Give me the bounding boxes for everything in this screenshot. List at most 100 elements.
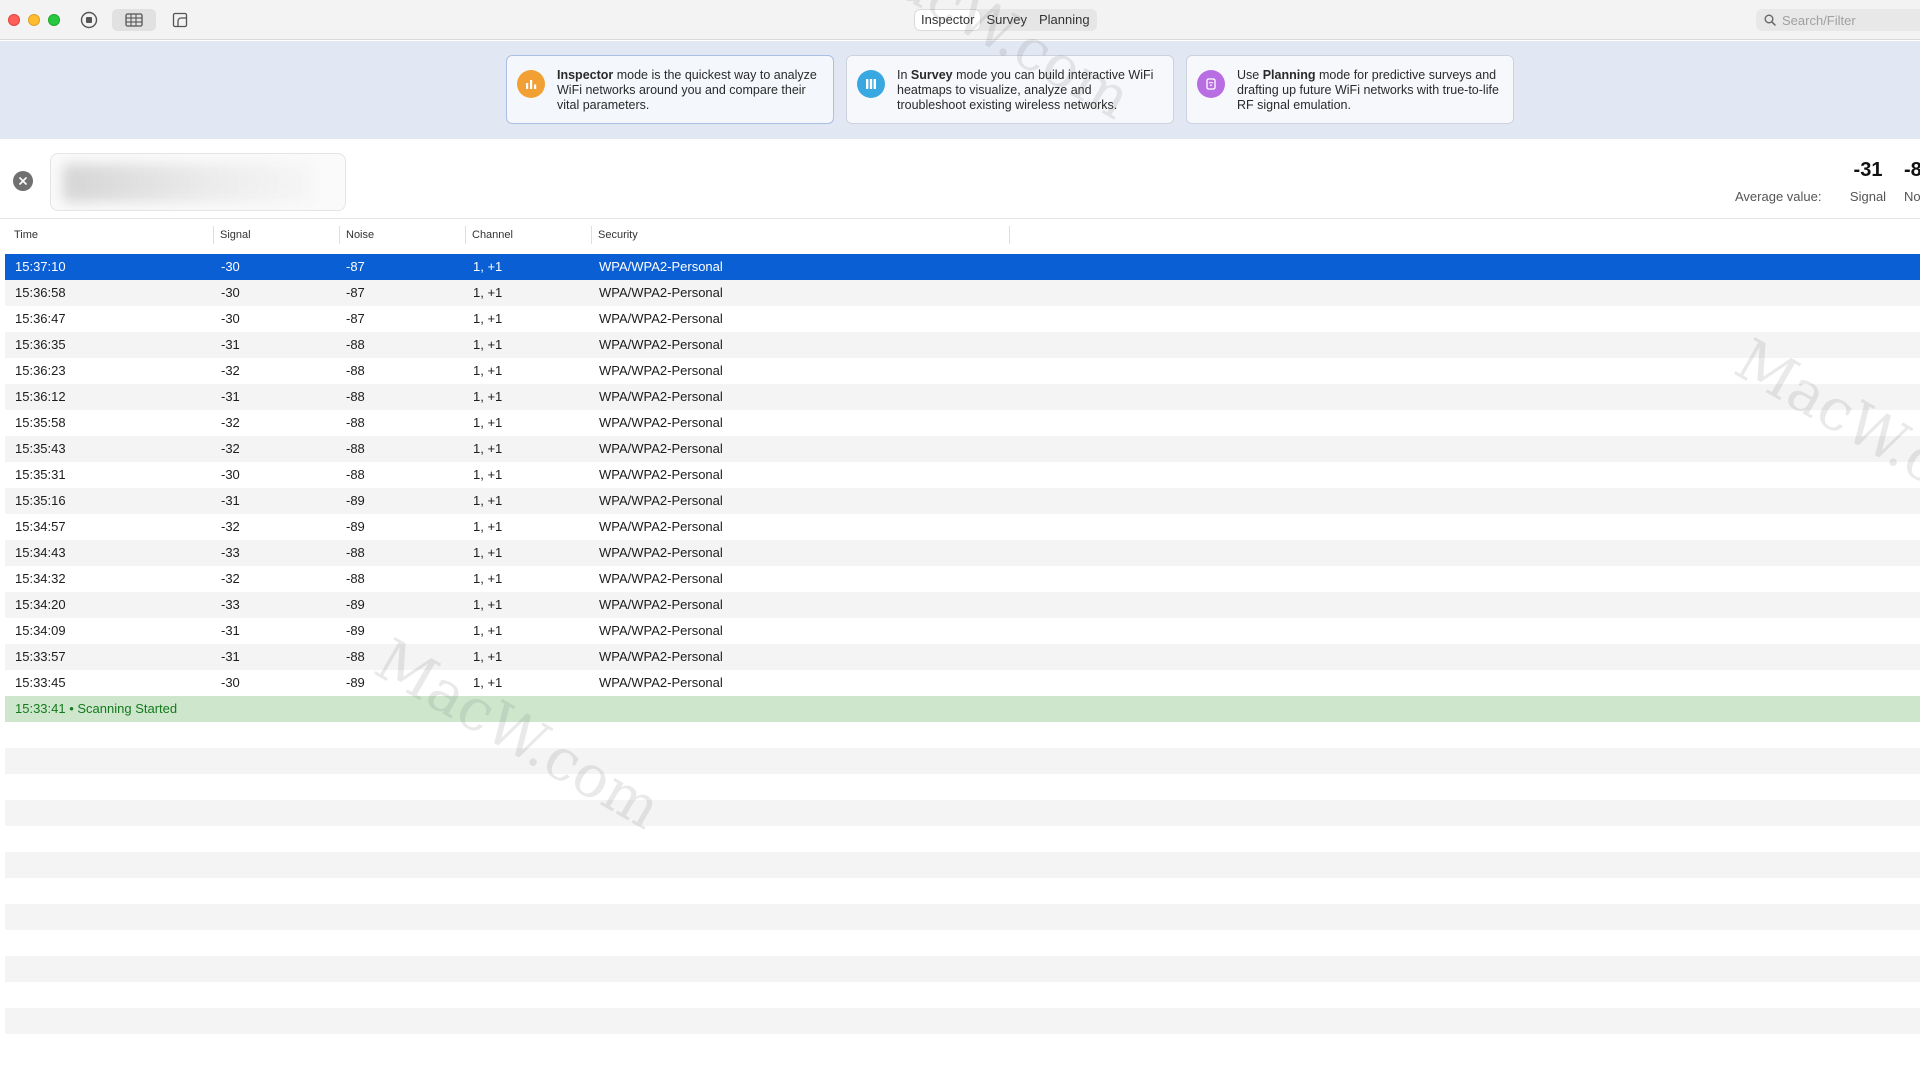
cell-noise: -88: [346, 441, 365, 456]
cell-noise: -89: [346, 623, 365, 638]
inspector-info-card[interactable]: Inspector mode is the quickest way to an…: [506, 55, 834, 124]
cell-channel: 1, +1: [473, 493, 503, 508]
survey-info-card[interactable]: In Survey mode you can build interactive…: [846, 55, 1174, 124]
floor-plan-button[interactable]: [168, 9, 192, 31]
cell-security: WPA/WPA2-Personal: [599, 441, 723, 456]
scan-event-row[interactable]: 15:33:41 • Scanning Started: [5, 696, 1920, 722]
table-view-button[interactable]: [112, 9, 156, 31]
table-row[interactable]: 15:34:32 -32 -88 1, +1 WPA/WPA2-Personal: [5, 566, 1920, 592]
table-row[interactable]: 15:37:10 -30 -87 1, +1 WPA/WPA2-Personal: [5, 254, 1920, 280]
empty-row: [5, 1008, 1920, 1034]
empty-row: [5, 774, 1920, 800]
mode-segmented-control: Inspector Survey Planning: [914, 9, 1097, 31]
average-noise-stat: -8 No: [1904, 157, 1920, 204]
cell-security: WPA/WPA2-Personal: [599, 493, 723, 508]
planning-info-text: Use Planning mode for predictive surveys…: [1237, 68, 1499, 112]
cell-time: 15:35:16: [15, 493, 66, 508]
cell-signal: -32: [221, 363, 240, 378]
search-field[interactable]: [1756, 9, 1920, 31]
cell-signal: -32: [221, 519, 240, 534]
cell-time: 15:35:43: [15, 441, 66, 456]
network-name-box[interactable]: [50, 153, 346, 211]
cell-time: 15:34:09: [15, 623, 66, 638]
cell-noise: -88: [346, 389, 365, 404]
cell-noise: -88: [346, 649, 365, 664]
cell-channel: 1, +1: [473, 285, 503, 300]
cell-channel: 1, +1: [473, 415, 503, 430]
tab-inspector[interactable]: Inspector: [915, 10, 981, 30]
column-header-time[interactable]: Time: [8, 220, 214, 250]
chart-bars-icon: [517, 70, 545, 98]
minimize-window-button[interactable]: [28, 14, 40, 26]
floor-plan-icon: [172, 12, 188, 28]
column-header-signal[interactable]: Signal: [214, 220, 340, 250]
table-row[interactable]: 15:36:12 -31 -88 1, +1 WPA/WPA2-Personal: [5, 384, 1920, 410]
cell-security: WPA/WPA2-Personal: [599, 415, 723, 430]
cell-channel: 1, +1: [473, 545, 503, 560]
cell-noise: -87: [346, 259, 365, 274]
table-row[interactable]: 15:36:47 -30 -87 1, +1 WPA/WPA2-Personal: [5, 306, 1920, 332]
empty-row: [5, 852, 1920, 878]
table-header: Time Signal Noise Channel Security: [0, 220, 1920, 250]
empty-row: [5, 878, 1920, 904]
cell-channel: 1, +1: [473, 259, 503, 274]
scan-results-table: 15:37:10 -30 -87 1, +1 WPA/WPA2-Personal 15:3…: [5, 254, 1920, 1034]
tab-planning[interactable]: Planning: [1033, 10, 1096, 30]
table-icon: [125, 13, 143, 27]
average-noise-label: No: [1904, 189, 1920, 204]
average-signal-label: Signal: [1849, 189, 1887, 204]
cell-channel: 1, +1: [473, 675, 503, 690]
zoom-window-button[interactable]: [48, 14, 60, 26]
table-row[interactable]: 15:34:43 -33 -88 1, +1 WPA/WPA2-Personal: [5, 540, 1920, 566]
table-row[interactable]: 15:35:31 -30 -88 1, +1 WPA/WPA2-Personal: [5, 462, 1920, 488]
cell-noise: -87: [346, 285, 365, 300]
table-row[interactable]: 15:34:09 -31 -89 1, +1 WPA/WPA2-Personal: [5, 618, 1920, 644]
cell-signal: -30: [221, 259, 240, 274]
average-signal-stat: -31 Signal: [1846, 157, 1890, 204]
survey-columns-icon: [857, 70, 885, 98]
cell-signal: -33: [221, 545, 240, 560]
table-row[interactable]: 15:33:57 -31 -88 1, +1 WPA/WPA2-Personal: [5, 644, 1920, 670]
tab-survey[interactable]: Survey: [980, 10, 1032, 30]
table-row[interactable]: 15:33:45 -30 -89 1, +1 WPA/WPA2-Personal: [5, 670, 1920, 696]
cell-time: 15:35:58: [15, 415, 66, 430]
average-signal-value: -31: [1853, 159, 1883, 181]
empty-row: [5, 826, 1920, 852]
table-row[interactable]: 15:34:57 -32 -89 1, +1 WPA/WPA2-Personal: [5, 514, 1920, 540]
cell-channel: 1, +1: [473, 363, 503, 378]
close-window-button[interactable]: [8, 14, 20, 26]
table-row[interactable]: 15:36:23 -32 -88 1, +1 WPA/WPA2-Personal: [5, 358, 1920, 384]
table-row[interactable]: 15:35:16 -31 -89 1, +1 WPA/WPA2-Personal: [5, 488, 1920, 514]
cell-security: WPA/WPA2-Personal: [599, 675, 723, 690]
stop-scan-button[interactable]: [78, 9, 100, 31]
table-row[interactable]: 15:34:20 -33 -89 1, +1 WPA/WPA2-Personal: [5, 592, 1920, 618]
cell-signal: -32: [221, 441, 240, 456]
cell-channel: 1, +1: [473, 389, 503, 404]
cell-channel: 1, +1: [473, 623, 503, 638]
search-input[interactable]: [1782, 12, 1920, 28]
cell-channel: 1, +1: [473, 337, 503, 352]
empty-row: [5, 982, 1920, 1008]
cell-security: WPA/WPA2-Personal: [599, 571, 723, 586]
cell-time: 15:36:12: [15, 389, 66, 404]
cell-time: 15:36:23: [15, 363, 66, 378]
column-header-noise[interactable]: Noise: [340, 220, 466, 250]
wifi-router-icon: [1197, 70, 1225, 98]
column-header-security[interactable]: Security: [592, 220, 1010, 250]
cell-signal: -30: [221, 285, 240, 300]
close-network-button[interactable]: [13, 171, 33, 191]
table-row[interactable]: 15:35:58 -32 -88 1, +1 WPA/WPA2-Personal: [5, 410, 1920, 436]
column-header-channel[interactable]: Channel: [466, 220, 592, 250]
cell-security: WPA/WPA2-Personal: [599, 623, 723, 638]
table-row[interactable]: 15:36:58 -30 -87 1, +1 WPA/WPA2-Personal: [5, 280, 1920, 306]
search-icon: [1764, 14, 1776, 26]
cell-signal: -31: [221, 389, 240, 404]
cell-signal: -30: [221, 311, 240, 326]
cell-noise: -89: [346, 493, 365, 508]
planning-info-card[interactable]: Use Planning mode for predictive surveys…: [1186, 55, 1514, 124]
cell-security: WPA/WPA2-Personal: [599, 519, 723, 534]
table-row[interactable]: 15:35:43 -32 -88 1, +1 WPA/WPA2-Personal: [5, 436, 1920, 462]
table-row[interactable]: 15:36:35 -31 -88 1, +1 WPA/WPA2-Personal: [5, 332, 1920, 358]
blurred-network-name: [63, 164, 313, 202]
cell-noise: -89: [346, 675, 365, 690]
